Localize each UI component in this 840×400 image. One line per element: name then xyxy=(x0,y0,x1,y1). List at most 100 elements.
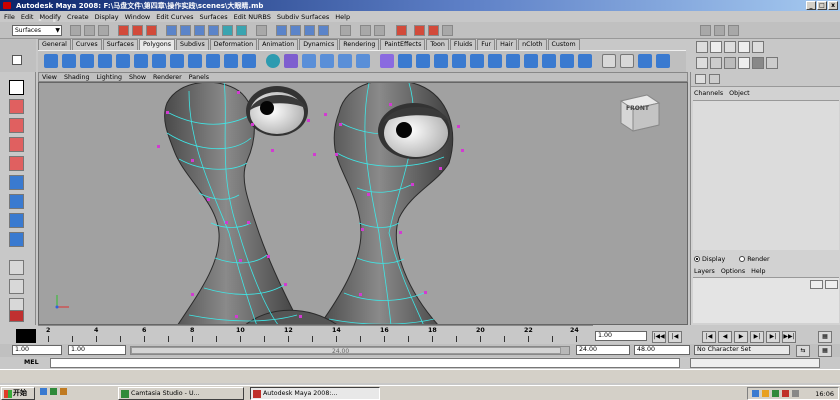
layer-editor-layout-icon[interactable] xyxy=(709,74,720,84)
lasso-tool-icon[interactable] xyxy=(9,99,24,114)
layout-single-icon[interactable] xyxy=(696,41,708,53)
checker-icon[interactable] xyxy=(752,57,764,69)
tab-painteffects[interactable]: PaintEffects xyxy=(380,39,426,50)
output-ops-icon[interactable] xyxy=(374,25,385,36)
poly-pipe-icon[interactable] xyxy=(188,54,202,68)
poly-cone-icon[interactable] xyxy=(98,54,112,68)
render-frame-icon[interactable] xyxy=(414,25,425,36)
viewport-menu-lighting[interactable]: Lighting xyxy=(97,73,122,81)
triangulate-icon[interactable] xyxy=(356,54,370,68)
tray-volume-icon[interactable] xyxy=(762,390,769,397)
viewport-3d[interactable]: FRONT xyxy=(38,82,688,325)
snap-grid-icon[interactable] xyxy=(276,25,287,36)
reduce-icon[interactable] xyxy=(338,54,352,68)
ipr-render-icon[interactable] xyxy=(428,25,439,36)
character-model[interactable] xyxy=(39,83,688,325)
select-hierarchy-icon[interactable] xyxy=(118,25,129,36)
snap-curve-icon[interactable] xyxy=(290,25,301,36)
layout-graph-icon[interactable] xyxy=(738,41,750,53)
minimize-button[interactable]: _ xyxy=(806,1,816,10)
insert-edge-loop-icon[interactable] xyxy=(470,54,484,68)
menu-help[interactable]: Help xyxy=(335,13,350,21)
render-globals-icon[interactable] xyxy=(442,25,453,36)
layer-menu-options[interactable]: Options xyxy=(721,268,745,275)
poke-face-icon[interactable] xyxy=(506,54,520,68)
step-back-frame-icon[interactable]: |◀ xyxy=(702,331,716,343)
time-slider[interactable]: 2 4 6 8 10 12 14 16 18 20 22 24 xyxy=(38,325,593,343)
wedge-face-icon[interactable] xyxy=(524,54,538,68)
step-forward-frame-icon[interactable]: ▶| xyxy=(750,331,764,343)
poly-cube-icon[interactable] xyxy=(62,54,76,68)
manipulator-tool-icon[interactable] xyxy=(9,194,24,209)
split-polygon-icon[interactable] xyxy=(452,54,466,68)
poly-torus-icon[interactable] xyxy=(134,54,148,68)
current-frame-marker[interactable] xyxy=(16,329,36,343)
command-input[interactable] xyxy=(50,358,680,368)
tab-dynamics[interactable]: Dynamics xyxy=(299,39,339,50)
smooth-icon[interactable] xyxy=(320,54,334,68)
current-time-field[interactable]: 1.00 xyxy=(595,331,647,341)
task-maya[interactable]: Autodesk Maya 2008:... xyxy=(250,387,380,400)
poly-pyramid-icon[interactable] xyxy=(170,54,184,68)
layout-outliner-icon[interactable] xyxy=(9,310,24,322)
uv-editor-icon[interactable] xyxy=(602,54,616,68)
animation-prefs-icon[interactable]: ▦ xyxy=(818,331,832,343)
playback-start-field[interactable]: 1.00 xyxy=(68,345,126,355)
tool-settings-icon[interactable] xyxy=(714,25,725,36)
lock-selection-icon[interactable] xyxy=(256,25,267,36)
save-scene-icon[interactable] xyxy=(98,25,109,36)
step-back-key-icon[interactable]: |◀ xyxy=(668,331,682,343)
channel-box-layout-icon[interactable] xyxy=(695,74,706,84)
tray-security-icon[interactable] xyxy=(772,390,779,397)
fill-hole-icon[interactable] xyxy=(434,54,448,68)
render-layer-radio[interactable]: Render xyxy=(739,256,770,263)
maximize-button[interactable]: □ xyxy=(817,1,827,10)
tab-custom[interactable]: Custom xyxy=(547,39,580,50)
channel-box-icon[interactable] xyxy=(728,25,739,36)
construction-history-icon[interactable] xyxy=(396,25,407,36)
viewport-menu-shading[interactable]: Shading xyxy=(64,73,90,81)
poly-helix-icon[interactable] xyxy=(206,54,220,68)
view-cube[interactable] xyxy=(619,94,661,132)
tray-network-icon[interactable] xyxy=(752,390,759,397)
menu-edit-curves[interactable]: Edit Curves xyxy=(156,13,193,21)
attribute-editor-icon[interactable] xyxy=(700,25,711,36)
poly-platonic-icon[interactable] xyxy=(242,54,256,68)
merge-vertices-icon[interactable] xyxy=(560,54,574,68)
tab-hair[interactable]: Hair xyxy=(496,39,518,50)
planar-mapping-icon[interactable] xyxy=(620,54,634,68)
task-camtasia[interactable]: Camtasia Studio - U... xyxy=(118,387,244,400)
viewport-menu-panels[interactable]: Panels xyxy=(189,73,209,81)
tab-surfaces[interactable]: Surfaces xyxy=(102,39,138,50)
start-button[interactable]: 开始 xyxy=(1,387,35,400)
playback-end-field[interactable]: 24.00 xyxy=(576,345,630,355)
separate-icon[interactable] xyxy=(284,54,298,68)
tab-rendering[interactable]: Rendering xyxy=(339,39,380,50)
select-surface-icon[interactable] xyxy=(208,25,219,36)
new-layer-icon[interactable] xyxy=(810,280,823,289)
menu-edit-nurbs[interactable]: Edit NURBS xyxy=(234,13,271,21)
viewport-menu-show[interactable]: Show xyxy=(129,73,146,81)
rotate-tool-icon[interactable] xyxy=(9,156,24,171)
tab-fluids[interactable]: Fluids xyxy=(449,39,477,50)
tab-animation[interactable]: Animation xyxy=(258,39,299,50)
channel-box-menu-channels[interactable]: Channels xyxy=(694,90,723,97)
end-time-field[interactable]: 48.00 xyxy=(634,345,690,355)
soft-mod-tool-icon[interactable] xyxy=(9,213,24,228)
select-tool-icon[interactable] xyxy=(9,80,24,95)
offset-edge-loop-icon[interactable] xyxy=(488,54,502,68)
tab-fur[interactable]: Fur xyxy=(477,39,496,50)
extract-icon[interactable] xyxy=(302,54,316,68)
cylindrical-mapping-icon[interactable] xyxy=(638,54,652,68)
spherical-mapping-icon[interactable] xyxy=(656,54,670,68)
tool-settings-toggle-icon[interactable] xyxy=(738,57,750,69)
menu-window[interactable]: Window xyxy=(125,13,151,21)
select-deformation-icon[interactable] xyxy=(222,25,233,36)
bridge-icon[interactable] xyxy=(398,54,412,68)
layout-four-icon[interactable] xyxy=(710,41,722,53)
make-live-icon[interactable] xyxy=(340,25,351,36)
grid-toggle-icon[interactable] xyxy=(766,57,778,69)
move-tool-icon[interactable] xyxy=(9,137,24,152)
tab-deformation[interactable]: Deformation xyxy=(209,39,258,50)
tab-toon[interactable]: Toon xyxy=(426,39,449,50)
